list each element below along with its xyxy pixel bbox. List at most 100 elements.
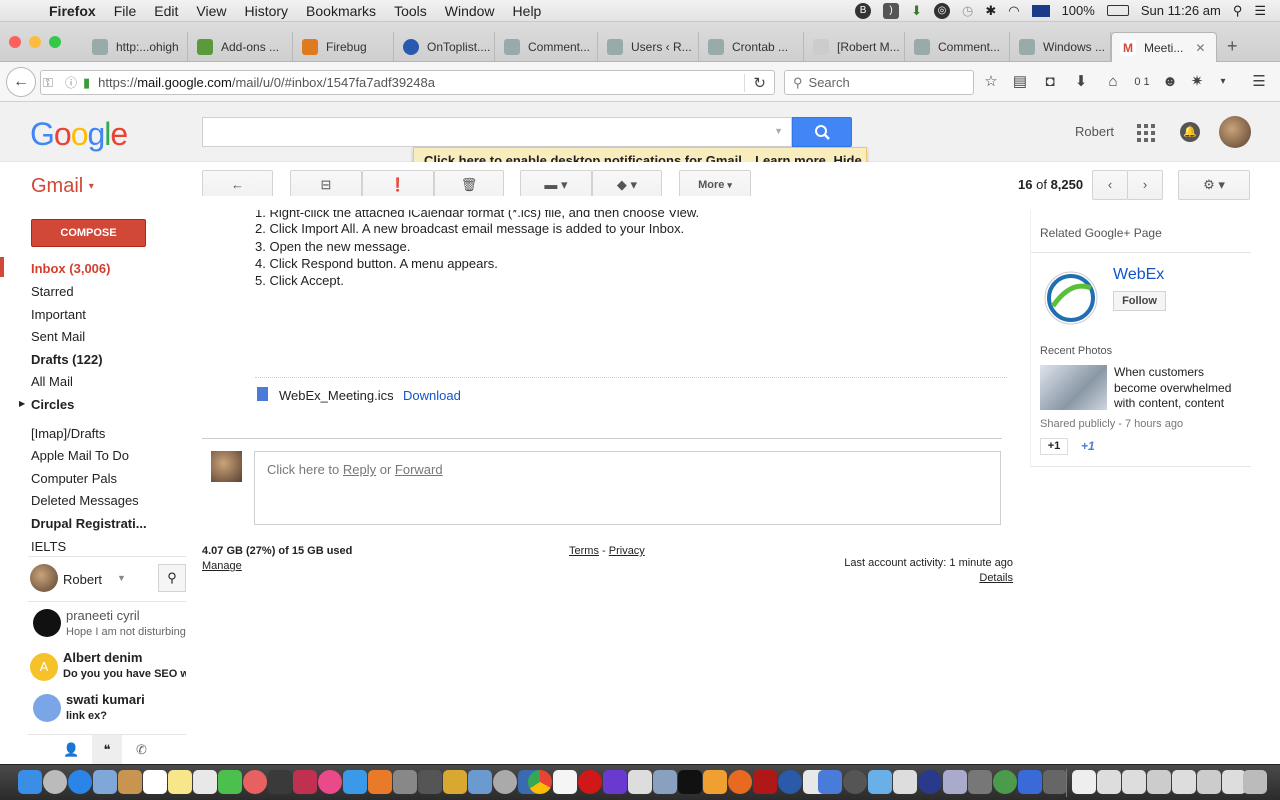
chat-search-button[interactable]: ⚲ [158,564,186,592]
trash-icon[interactable] [1243,770,1267,794]
expand-triangle-icon[interactable]: ▶ [19,399,25,408]
time-machine-icon[interactable]: ◷ [962,3,973,19]
preview-icon[interactable] [628,770,652,794]
pocket-icon[interactable]: ◘ [1041,73,1059,91]
menu-history[interactable]: History [235,3,297,19]
bluetooth-icon[interactable]: ✱ [985,3,996,19]
app-icon[interactable] [703,770,727,794]
avatar[interactable] [33,694,61,722]
sidebar-item-drupal[interactable]: Drupal Registrati... [31,516,147,531]
app-icon[interactable] [943,770,967,794]
contact-name[interactable]: Albert denim [63,650,142,665]
textedit-icon[interactable] [553,770,577,794]
page-name-link[interactable]: WebEx [1113,266,1164,284]
reminders-icon[interactable] [193,770,217,794]
contact-name[interactable]: swati kumari [66,692,145,707]
menu-app-firefox[interactable]: Firefox [40,3,105,19]
url-bar[interactable]: ⚿ ⓘ ▮ https://mail.google.com/mail/u/0/#… [40,70,775,95]
app-icon[interactable] [778,770,802,794]
menu-view[interactable]: View [187,3,235,19]
avatar[interactable] [30,564,58,592]
php-icon[interactable] [968,770,992,794]
app-icon[interactable] [493,770,517,794]
chrome-icon[interactable] [528,770,552,794]
document-icon[interactable] [1072,770,1096,794]
tab-6[interactable]: Users ‹ R... [599,32,699,62]
plus-one-count[interactable]: +1 [1081,439,1095,453]
reading-list-icon[interactable]: ▤ [1011,73,1029,91]
itunes-icon[interactable] [318,770,342,794]
ibooks-icon[interactable] [368,770,392,794]
sidebar-item-imap-drafts[interactable]: [Imap]/Drafts [31,426,105,441]
bookmark-star-icon[interactable]: ☆ [982,73,1000,91]
menu-bookmarks[interactable]: Bookmarks [297,3,385,19]
person-icon[interactable]: 👤 [63,742,79,758]
filezilla-icon[interactable] [753,770,777,794]
app-icon[interactable] [293,770,317,794]
zoom-window-button[interactable] [49,36,61,48]
contact-name[interactable]: praneeti cyril [66,608,140,623]
app-icon[interactable] [893,770,917,794]
finder-icon[interactable] [18,770,42,794]
counter-badge[interactable]: 0 1 [1130,73,1154,91]
privacy-link[interactable]: Privacy [609,545,645,557]
info-icon[interactable]: ⓘ [65,74,77,91]
follow-button[interactable]: Follow [1113,291,1166,311]
back-arrow-icon[interactable]: ← [6,67,36,97]
forward-link[interactable]: Forward [395,462,443,477]
avatar[interactable]: A [30,653,58,681]
hangouts-icon[interactable]: ❝ [92,735,122,765]
phone-icon[interactable]: ✆ [136,742,147,758]
recent-photo-thumbnail[interactable] [1040,365,1107,410]
manage-link[interactable]: Manage [202,560,242,572]
attachment-name[interactable]: WebEx_Meeting.ics [279,388,394,403]
document-icon[interactable] [1197,770,1221,794]
download-status-icon[interactable]: ⬇ [911,3,922,19]
tab-3[interactable]: Firebug [294,32,394,62]
reply-box[interactable]: Click here to Reply or Forward [254,451,1001,525]
terms-link[interactable]: Terms [569,545,599,557]
photos-icon[interactable] [243,770,267,794]
app-icon[interactable] [418,770,442,794]
downloads-icon[interactable]: ⬇ [1072,73,1090,91]
app-icon[interactable] [468,770,492,794]
spotlight-icon[interactable]: ⚲ [1233,3,1243,19]
sidebar-item-starred[interactable]: Starred [31,284,74,299]
menubar-clock[interactable]: Sun 11:26 am [1141,3,1221,18]
notifications-bell-icon[interactable]: 🔔 [1180,122,1200,142]
gmail-menu-label[interactable]: Gmail ▾ [31,175,94,198]
tab-10[interactable]: Windows ... [1011,32,1111,62]
tab-4[interactable]: OnToplist.... [395,32,495,62]
search-options-icon[interactable]: ▼ [774,126,783,136]
details-link[interactable]: Details [900,572,1013,584]
close-window-button[interactable] [9,36,21,48]
sidebar-item-deleted-messages[interactable]: Deleted Messages [31,493,139,508]
settings-button[interactable]: ⚙ ▾ [1178,170,1250,200]
photo-booth-icon[interactable] [268,770,292,794]
webex-logo-icon[interactable] [1043,270,1099,326]
app-icon[interactable] [818,770,842,794]
key-icon[interactable]: ⚿ [43,75,59,91]
header-user-name[interactable]: Robert [1075,124,1114,139]
battery-icon[interactable] [1106,5,1129,16]
google-logo[interactable]: Google [30,116,128,153]
chevron-down-icon[interactable]: ▼ [117,573,126,583]
app-store-icon[interactable] [343,770,367,794]
newer-button[interactable]: ‹ [1092,170,1128,200]
app-icon[interactable] [993,770,1017,794]
sidebar-item-circles[interactable]: Circles [31,397,74,412]
calendar-icon[interactable] [143,770,167,794]
firebug-toolbar-icon[interactable]: ✷ [1188,73,1206,91]
tab-5[interactable]: Comment... [496,32,598,62]
menu-help[interactable]: Help [504,3,551,19]
hamburger-menu-icon[interactable]: ☰ [1250,73,1268,91]
browser-search-input[interactable]: ⚲ Search [784,70,974,95]
download-link[interactable]: Download [403,388,461,403]
post-text[interactable]: When customers become overwhelmed with c… [1114,365,1249,412]
sidebar-item-drafts[interactable]: Drafts (122) [31,352,103,367]
sidebar-item-apple-mail-todo[interactable]: Apple Mail To Do [31,448,129,463]
input-flag-icon[interactable] [1031,4,1050,17]
tab-7[interactable]: Crontab ... [700,32,804,62]
app-icon[interactable] [443,770,467,794]
contacts-icon[interactable] [118,770,142,794]
